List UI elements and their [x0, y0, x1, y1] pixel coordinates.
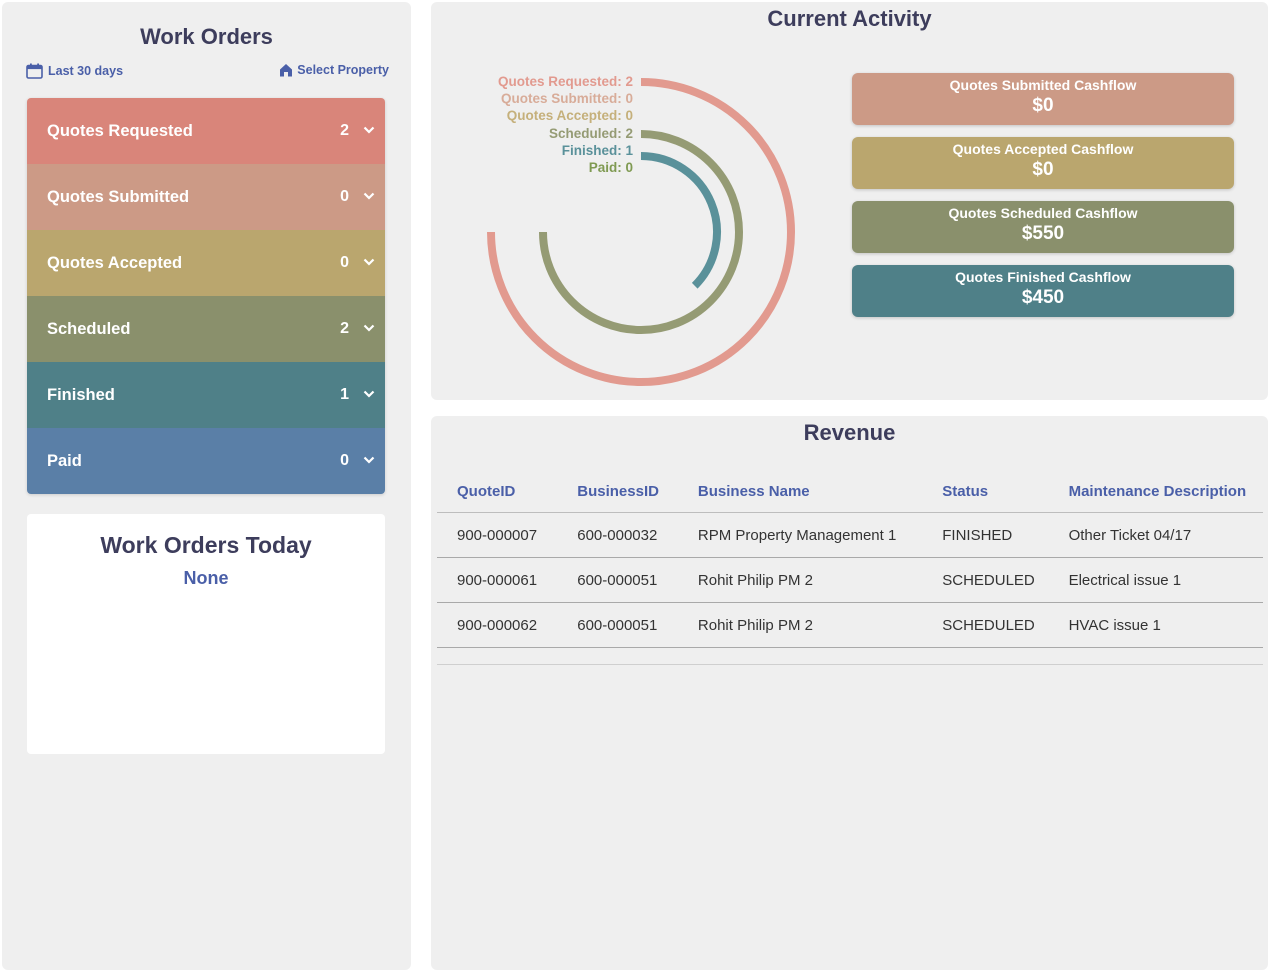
- table-header-row: QuoteID BusinessID Business Name Status …: [437, 470, 1263, 513]
- stage-count: 2: [340, 122, 349, 139]
- stage-paid[interactable]: Paid 0: [27, 428, 385, 494]
- cashflow-quotes-finished[interactable]: Quotes Finished Cashflow $450: [852, 265, 1234, 317]
- property-filter[interactable]: Select Property: [279, 63, 389, 77]
- table-row[interactable]: 900-000061 600-000051 Rohit Philip PM 2 …: [437, 557, 1263, 603]
- cell-quote-id: 900-000062: [437, 602, 558, 648]
- stage-quotes-submitted[interactable]: Quotes Submitted 0: [27, 164, 385, 230]
- legend-quotes-submitted: Quotes Submitted: 0: [500, 91, 633, 107]
- chevron-down-icon[interactable]: [363, 190, 375, 202]
- table-row[interactable]: 900-000007 600-000032 RPM Property Manag…: [437, 512, 1263, 558]
- activity-ring-legend: Quotes Requested: 2 Quotes Submitted: 0 …: [461, 73, 633, 176]
- stage-quotes-accepted[interactable]: Quotes Accepted 0: [27, 230, 385, 296]
- legend-quotes-accepted: Quotes Accepted: 0: [506, 108, 633, 124]
- cell-business-id: 600-000051: [557, 602, 678, 648]
- cell-status: FINISHED: [922, 512, 1049, 558]
- work-orders-today-title: Work Orders Today: [100, 532, 312, 558]
- legend-quotes-requested: Quotes Requested: 2: [497, 74, 633, 89]
- cell-quote-id: 900-000007: [437, 512, 558, 558]
- stage-count: 1: [340, 386, 349, 403]
- cell-maintenance-description: HVAC issue 1: [1048, 602, 1263, 648]
- revenue-panel: Revenue QuoteID BusinessID Business Name…: [431, 416, 1268, 970]
- cell-status: SCHEDULED: [922, 557, 1049, 603]
- column-header-quote-id[interactable]: QuoteID: [437, 470, 558, 513]
- cashflow-quotes-submitted[interactable]: Quotes Submitted Cashflow $0: [852, 73, 1234, 125]
- property-filter-label: Select Property: [297, 63, 389, 77]
- cashflow-title: Quotes Accepted Cashflow: [952, 141, 1134, 157]
- work-orders-today-value: None: [183, 568, 229, 588]
- cashflow-title: Quotes Finished Cashflow: [955, 269, 1131, 285]
- dashboard: Work Orders Last 30 days Select Property: [0, 0, 1270, 970]
- cell-quote-id: 900-000061: [437, 557, 558, 603]
- home-icon: [280, 64, 293, 77]
- stage-label: Paid: [47, 452, 82, 470]
- column-header-status[interactable]: Status: [922, 470, 1049, 513]
- cashflow-value: $0: [1032, 95, 1054, 116]
- chevron-down-icon[interactable]: [363, 124, 375, 136]
- legend-paid: Paid: 0: [588, 160, 633, 176]
- work-orders-title: Work Orders: [140, 24, 273, 49]
- revenue-table-container[interactable]: QuoteID BusinessID Business Name Status …: [437, 470, 1263, 665]
- stage-count: 0: [340, 452, 349, 469]
- stage-label: Quotes Requested: [47, 122, 193, 140]
- cashflow-title: Quotes Scheduled Cashflow: [948, 205, 1138, 221]
- work-orders-panel: Work Orders Last 30 days Select Property: [2, 2, 411, 970]
- cashflow-quotes-accepted[interactable]: Quotes Accepted Cashflow $0: [852, 137, 1234, 189]
- cell-business-name: Rohit Philip PM 2: [677, 557, 923, 603]
- cashflow-value: $450: [1021, 287, 1065, 308]
- column-header-maintenance-description[interactable]: Maintenance Description: [1048, 470, 1263, 513]
- cell-maintenance-description: Other Ticket 04/17: [1048, 512, 1263, 558]
- chevron-down-icon[interactable]: [363, 322, 375, 334]
- work-order-stages: Quotes Requested 2 Quotes Submitted 0 Qu…: [27, 98, 385, 494]
- work-orders-today-card: Work Orders Today None: [27, 514, 385, 754]
- cell-status: SCHEDULED: [922, 602, 1049, 648]
- revenue-title: Revenue: [803, 420, 896, 445]
- calendar-icon: [26, 63, 43, 79]
- stage-quotes-requested[interactable]: Quotes Requested 2: [27, 98, 385, 164]
- cashflow-value: $550: [1021, 223, 1065, 244]
- stage-label: Quotes Submitted: [47, 188, 190, 206]
- cashflow-value: $0: [1032, 159, 1054, 180]
- cell-business-id: 600-000032: [557, 512, 678, 558]
- activity-radial-chart: [487, 78, 795, 386]
- cell-business-id: 600-000051: [557, 557, 678, 603]
- stage-scheduled[interactable]: Scheduled 2: [27, 296, 385, 362]
- stage-label: Scheduled: [47, 320, 131, 338]
- filter-row: Last 30 days Select Property: [26, 63, 389, 81]
- column-header-business-name[interactable]: Business Name: [677, 470, 923, 513]
- date-range-filter[interactable]: Last 30 days: [26, 63, 123, 79]
- cashflow-quotes-scheduled[interactable]: Quotes Scheduled Cashflow $550: [852, 201, 1234, 253]
- legend-scheduled: Scheduled: 2: [548, 125, 633, 141]
- table-row[interactable]: 900-000062 600-000051 Rohit Philip PM 2 …: [437, 602, 1263, 648]
- chevron-down-icon[interactable]: [363, 388, 375, 400]
- date-range-label: Last 30 days: [48, 64, 124, 78]
- cashflow-title: Quotes Submitted Cashflow: [949, 77, 1137, 93]
- stage-count: 2: [340, 320, 349, 337]
- chevron-down-icon[interactable]: [363, 454, 375, 466]
- legend-finished: Finished: 1: [561, 142, 633, 158]
- stage-label: Quotes Accepted: [47, 254, 183, 272]
- current-activity-panel: Current Activity Quotes Requested: 2 Quo…: [431, 2, 1268, 400]
- cell-business-name: Rohit Philip PM 2: [677, 602, 923, 648]
- stage-count: 0: [340, 254, 349, 271]
- cell-maintenance-description: Electrical issue 1: [1048, 557, 1263, 603]
- column-header-business-id[interactable]: BusinessID: [557, 470, 678, 513]
- ring-arc-finished: [640, 152, 721, 289]
- chevron-down-icon[interactable]: [363, 256, 375, 268]
- stage-label: Finished: [47, 386, 115, 404]
- stage-count: 0: [340, 188, 349, 205]
- revenue-table: QuoteID BusinessID Business Name Status …: [437, 470, 1263, 648]
- stage-finished[interactable]: Finished 1: [27, 362, 385, 428]
- cell-business-name: RPM Property Management 1: [677, 512, 923, 558]
